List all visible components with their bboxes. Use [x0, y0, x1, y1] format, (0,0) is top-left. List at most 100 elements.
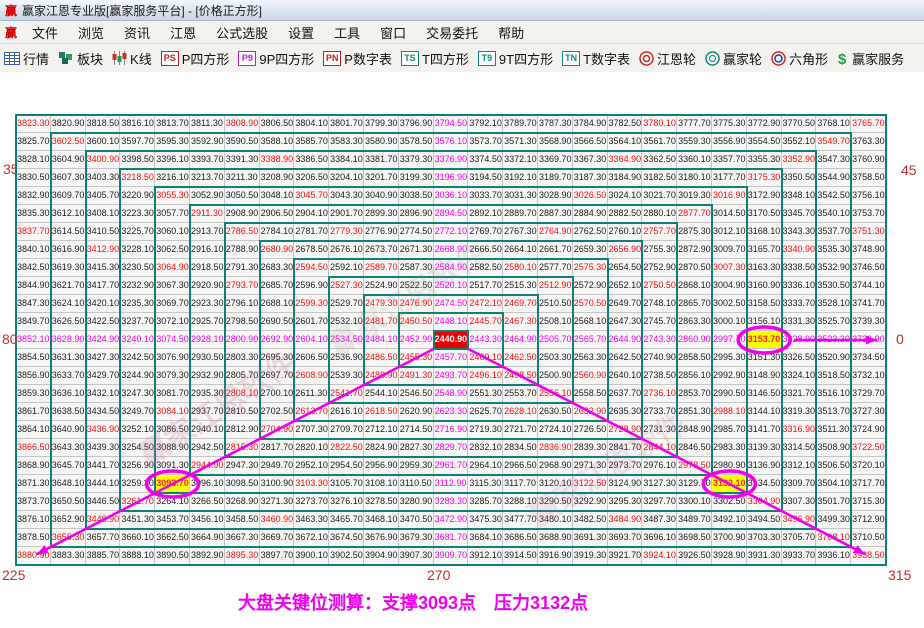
grid-cell: 3638.50: [51, 403, 86, 421]
angle-label-bottom-center: 270: [427, 567, 450, 583]
grid-cell: 2980.90: [712, 457, 747, 475]
grid-cell: 3760.90: [851, 151, 886, 169]
gann-price-square: 3823.303820.903818.503816.103813.703811.…: [15, 114, 886, 565]
toolbar-item-11[interactable]: 六角形: [771, 49, 828, 68]
grid-cell: 3146.50: [747, 385, 782, 403]
grid-cell: 3648.10: [51, 475, 86, 493]
badge-glyph: P9: [238, 51, 256, 66]
grid-cell: 3247.30: [120, 385, 155, 403]
toolbar-item-5[interactable]: PNP数字表: [323, 49, 392, 68]
grid-cell: 2750.50: [642, 277, 677, 295]
menu-item-6[interactable]: 工具: [324, 23, 370, 42]
grid-cell: 3232.90: [120, 277, 155, 295]
grid-cell: 2664.10: [503, 241, 538, 259]
grid-cell: 2707.30: [294, 421, 329, 439]
menu-item-9[interactable]: 帮助: [488, 23, 534, 42]
grid-cell: 3218.50: [120, 169, 155, 187]
grid-cell: 2978.50: [677, 457, 712, 475]
toolbar-item-10[interactable]: 赢家轮: [705, 49, 762, 68]
grid-cell: 2728.90: [608, 421, 643, 439]
grid-cell: 3700.90: [712, 529, 747, 547]
grid-cell: 2781.70: [294, 223, 329, 241]
grid-cell: 3602.50: [51, 133, 86, 151]
grid-cell: 2853.70: [677, 385, 712, 403]
grid-cell: 2877.70: [677, 205, 712, 223]
grid-cell: 3285.70: [468, 493, 503, 511]
grid-cell: 3000.10: [712, 313, 747, 331]
grid-cell: 3907.30: [399, 547, 434, 565]
grid-cell: 3780.10: [642, 115, 677, 133]
grid-cell: 2620.90: [399, 403, 434, 421]
grid-cell: 3736.90: [851, 331, 886, 349]
grid-cell: 3252.10: [120, 421, 155, 439]
grid-cell: 3600.10: [86, 133, 121, 151]
grid-cell: 2714.50: [399, 421, 434, 439]
grid-cell: 3086.50: [155, 421, 190, 439]
grid-cell: 3556.90: [712, 133, 747, 151]
grid-cell: 2709.70: [329, 421, 364, 439]
toolbar-item-3[interactable]: PSP四方形: [161, 49, 230, 68]
grid-cell: 2500.90: [538, 367, 573, 385]
grid-cell: 3708.10: [816, 529, 851, 547]
grid-cell: 2683.30: [260, 259, 295, 277]
grid-cell: 2920.90: [190, 277, 225, 295]
grid-cell: 3300.10: [677, 493, 712, 511]
target-cell: 3153.70: [747, 331, 782, 349]
grid-cell: 2577.70: [538, 259, 573, 277]
grid-cell: 2947.30: [225, 457, 260, 475]
grid-cell: 3048.10: [260, 187, 295, 205]
grid-cell: 3196.90: [434, 169, 469, 187]
menu-item-2[interactable]: 资讯: [114, 23, 160, 42]
grid-cell: 3336.10: [782, 277, 817, 295]
grid-cell: 3136.90: [747, 457, 782, 475]
gann-wheel-icon: [639, 51, 654, 66]
toolbar-item-2[interactable]: K线: [112, 49, 152, 68]
menu-item-5[interactable]: 设置: [278, 23, 324, 42]
grid-cell: 3520.90: [816, 349, 851, 367]
grid-cell: 2904.10: [294, 205, 329, 223]
grid-cell: 3007.30: [712, 259, 747, 277]
grid-cell: 2822.50: [329, 439, 364, 457]
toolbar-item-6[interactable]: TST四方形: [401, 49, 469, 68]
grid-cell: 3148.90: [747, 367, 782, 385]
grid-cell: 2618.50: [364, 403, 399, 421]
menu-item-0[interactable]: 文件: [22, 23, 68, 42]
grid-cell: 3535.30: [816, 241, 851, 259]
menu-item-3[interactable]: 江恩: [160, 23, 206, 42]
grid-cell: 3064.90: [155, 259, 190, 277]
grid-cell: 3674.50: [329, 529, 364, 547]
grid-cell: 2755.30: [642, 241, 677, 259]
grid-cell: 2745.70: [642, 313, 677, 331]
menu-item-4[interactable]: 公式选股: [206, 23, 278, 42]
toolbar-item-7[interactable]: T99T四方形: [478, 49, 553, 68]
grid-cell: 2925.70: [190, 313, 225, 331]
grid-cell: 3446.50: [86, 493, 121, 511]
support-cell: 3093.70: [155, 475, 190, 493]
toolbar-item-1[interactable]: 板块: [58, 49, 103, 68]
menu-item-1[interactable]: 浏览: [68, 23, 114, 42]
grid-cell: 3796.90: [399, 115, 434, 133]
tn-badge-icon: TN: [562, 51, 580, 66]
grid-cell: 2913.70: [190, 223, 225, 241]
toolbar-item-8[interactable]: TNT数字表: [562, 49, 630, 68]
grid-cell: 3067.30: [155, 277, 190, 295]
grid-cell: 2580.10: [503, 259, 538, 277]
grid-cell: 3321.70: [782, 385, 817, 403]
grid-cell: 3288.10: [503, 493, 538, 511]
child-window-icon[interactable]: 赢: [5, 24, 17, 41]
grid-cell: 3751.30: [851, 223, 886, 241]
grid-cell: 2659.30: [573, 241, 608, 259]
grid-cell: 2515.30: [503, 277, 538, 295]
grid-cell: 2760.10: [608, 223, 643, 241]
toolbar-item-9[interactable]: 江恩轮: [639, 49, 696, 68]
toolbar-item-12[interactable]: $赢家服务: [837, 49, 904, 68]
grid-cell: 3302.50: [712, 493, 747, 511]
menu-item-7[interactable]: 窗口: [370, 23, 416, 42]
title-bar: 赢 赢家江恩专业版[赢家服务平台] - [价格正方形]: [0, 0, 924, 21]
angle-label-top-right: 45: [901, 162, 917, 178]
toolbar-item-0[interactable]: 行情: [4, 49, 49, 68]
grid-cell: 2524.90: [364, 277, 399, 295]
menu-item-8[interactable]: 交易委托: [416, 23, 488, 42]
grid-cell: 3552.10: [782, 133, 817, 151]
toolbar-item-4[interactable]: P99P四方形: [238, 49, 314, 68]
